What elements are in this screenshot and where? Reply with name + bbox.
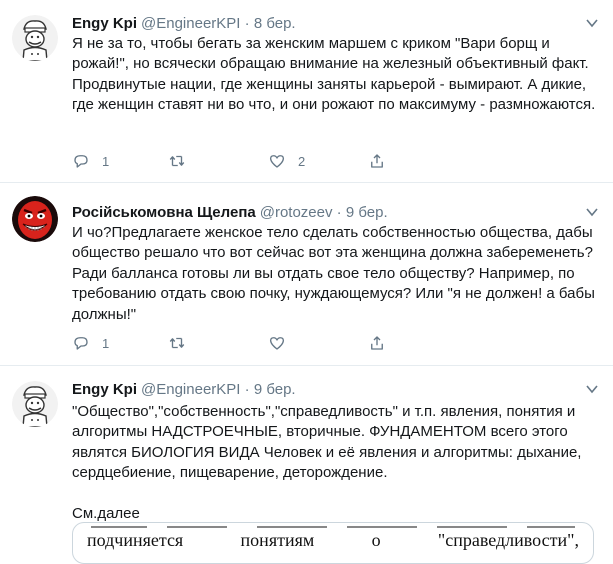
chef-avatar-icon[interactable] — [12, 381, 58, 427]
tweet-date[interactable]: 9 бер. — [254, 381, 296, 398]
author-name[interactable]: Російськомовна Щелепа — [72, 204, 256, 221]
share-icon — [371, 336, 383, 350]
like-count: 2 — [298, 153, 306, 169]
reply-icon — [74, 337, 88, 350]
tweet-text: "Общество","собственность","справедливос… — [72, 402, 600, 524]
retweet-button[interactable] — [168, 332, 186, 354]
tweet[interactable]: Engy Kpi @EngineerKPI · 9 бер. "Общество"… — [0, 366, 613, 564]
author-name[interactable]: Engy Kpi — [72, 15, 137, 32]
embed-word: о — [371, 530, 381, 550]
red-face-avatar-icon[interactable] — [12, 196, 58, 242]
tweet-actions: 1 — [72, 332, 392, 354]
tweet[interactable]: Російськомовна Щелепа @rotozeev · 9 бер. … — [0, 183, 613, 366]
reply-button[interactable]: 1 — [72, 150, 109, 172]
author-handle[interactable]: @rotozeev — [260, 204, 333, 221]
tweet-text: И чо?Предлагаете женское тело сделать со… — [72, 223, 600, 325]
tweet-date[interactable]: 8 бер. — [254, 15, 296, 32]
author-handle[interactable]: @EngineerKPI — [141, 381, 240, 398]
tweet[interactable]: Engy Kpi @EngineerKPI · 8 бер. Я не за то… — [0, 0, 613, 183]
tweet-header: Engy Kpi @EngineerKPI · 8 бер. — [72, 14, 296, 34]
reply-button[interactable]: 1 — [72, 332, 109, 354]
reply-icon — [74, 155, 88, 168]
embed-word: понятиям — [240, 530, 315, 550]
share-icon — [371, 154, 383, 168]
tweet-text-body: Я не за то, чтобы бегать за женским марш… — [72, 35, 596, 114]
reply-count: 1 — [102, 335, 110, 351]
like-button[interactable]: 2 — [268, 150, 305, 172]
separator: · — [244, 381, 250, 398]
tweet-date[interactable]: 9 бер. — [346, 204, 388, 221]
chevron-down-icon[interactable] — [585, 205, 599, 219]
embedded-image-card[interactable]: подчиняется понятиям о "справедливости", — [72, 522, 594, 564]
reply-count: 1 — [102, 153, 110, 169]
heart-icon — [269, 337, 285, 350]
tweet-text-body: И чо?Предлагаете женское тело сделать со… — [72, 224, 595, 323]
retweet-icon — [169, 337, 185, 349]
tweet-text-body: "Общество","собственность","справедливос… — [72, 403, 582, 482]
like-button[interactable] — [268, 332, 286, 354]
tweet-header: Engy Kpi @EngineerKPI · 9 бер. — [72, 380, 296, 400]
author-handle[interactable]: @EngineerKPI — [141, 15, 240, 32]
embed-word: "справедливости", — [437, 530, 579, 550]
chef-avatar-icon[interactable] — [12, 15, 58, 61]
heart-icon — [269, 155, 285, 168]
chevron-down-icon[interactable] — [585, 16, 599, 30]
tweet-text: Я не за то, чтобы бегать за женским марш… — [72, 34, 600, 116]
author-name[interactable]: Engy Kpi — [72, 381, 137, 398]
chevron-down-icon[interactable] — [585, 382, 599, 396]
tweet-actions: 1 2 — [72, 150, 392, 172]
separator: · — [336, 204, 342, 221]
share-button[interactable] — [368, 150, 386, 172]
retweet-icon — [169, 155, 185, 167]
tweet-header: Російськомовна Щелепа @rotozeev · 9 бер. — [72, 203, 388, 223]
embed-text-line: подчиняется понятиям о "справедливости", — [87, 529, 579, 551]
separator: · — [244, 15, 250, 32]
retweet-button[interactable] — [168, 150, 186, 172]
tweet-text-more: См.далее — [72, 504, 140, 522]
share-button[interactable] — [368, 332, 386, 354]
embed-word: подчиняется — [87, 530, 184, 550]
